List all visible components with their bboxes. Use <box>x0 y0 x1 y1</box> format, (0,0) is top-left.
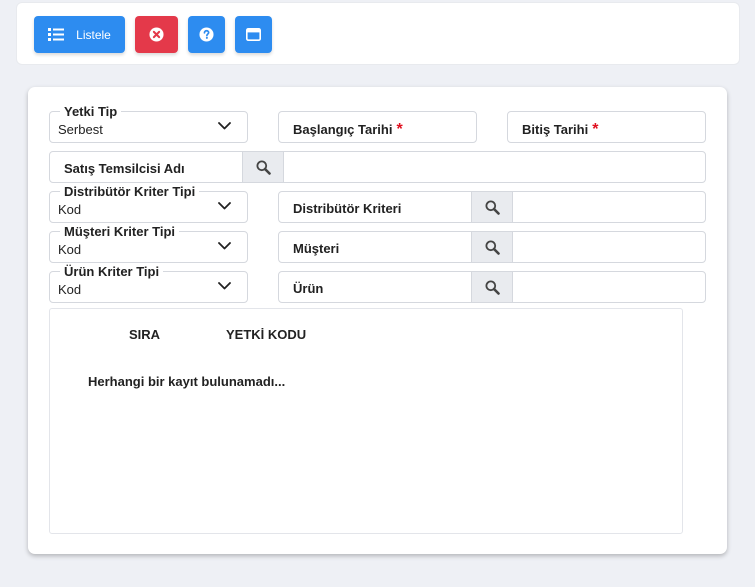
musteri-kriter-tipi-label: Müşteri Kriter Tipi <box>60 225 180 239</box>
distributor-kriter-tipi-select[interactable]: Distribütör Kriter Tipi Kod <box>49 185 248 223</box>
urun-field[interactable]: Ürün <box>278 271 706 303</box>
list-button[interactable]: Listele <box>34 16 125 53</box>
search-icon <box>485 200 500 215</box>
bitis-tarihi-label: Bitiş Tarihi <box>522 122 589 137</box>
distributor-kriteri-field[interactable]: Distribütör Kriteri <box>278 191 706 223</box>
distributor-kriteri-label: Distribütör Kriteri <box>293 201 402 216</box>
window-icon <box>246 28 261 41</box>
urun-search-button[interactable] <box>471 272 513 302</box>
list-button-label: Listele <box>76 27 111 42</box>
chevron-down-icon <box>218 282 231 290</box>
close-circle-icon <box>149 27 164 42</box>
satis-temsilcisi-label: Satış Temsilcisi Adı <box>64 161 185 176</box>
distributor-kriteri-search-button[interactable] <box>471 192 513 222</box>
musteri-field[interactable]: Müşteri <box>278 231 706 263</box>
clear-button[interactable] <box>135 16 178 53</box>
chevron-down-icon <box>218 242 231 250</box>
baslangic-tarihi-field[interactable]: Başlangıç Tarihi * <box>278 111 477 143</box>
musteri-label: Müşteri <box>293 241 340 256</box>
yetki-tip-value: Serbest <box>58 122 103 137</box>
baslangic-tarihi-label: Başlangıç Tarihi <box>293 122 393 137</box>
column-header-sira[interactable]: SIRA <box>129 327 160 342</box>
search-icon <box>485 280 500 295</box>
results-grid: SIRA YETKİ KODU Herhangi bir kayıt bulun… <box>49 308 683 534</box>
search-icon <box>485 240 500 255</box>
urun-kriter-tipi-value: Kod <box>58 282 82 297</box>
musteri-search-button[interactable] <box>471 232 513 262</box>
toolbar: Listele <box>16 2 740 65</box>
required-mark: * <box>592 121 599 138</box>
distributor-kriter-tipi-value: Kod <box>58 202 82 217</box>
help-button[interactable] <box>188 16 225 53</box>
distributor-kriter-tipi-label: Distribütör Kriter Tipi <box>60 185 200 199</box>
bitis-tarihi-field[interactable]: Bitiş Tarihi * <box>507 111 706 143</box>
urun-kriter-tipi-label: Ürün Kriter Tipi <box>60 265 164 279</box>
chevron-down-icon <box>218 122 231 130</box>
chevron-down-icon <box>218 202 231 210</box>
bitis-tarihi-label-wrap: Bitiş Tarihi * <box>522 121 598 139</box>
empty-message: Herhangi bir kayıt bulunamadı... <box>88 374 286 389</box>
satis-temsilcisi-field[interactable]: Satış Temsilcisi Adı <box>49 151 706 183</box>
search-icon <box>256 160 271 175</box>
musteri-kriter-tipi-select[interactable]: Müşteri Kriter Tipi Kod <box>49 225 248 263</box>
filter-form: Yetki Tip Serbest Başlangıç Tarihi * Biti… <box>28 87 727 554</box>
required-mark: * <box>396 121 403 138</box>
baslangic-tarihi-label-wrap: Başlangıç Tarihi * <box>293 121 403 139</box>
window-button[interactable] <box>235 16 272 53</box>
musteri-kriter-tipi-value: Kod <box>58 242 82 257</box>
question-circle-icon <box>199 27 214 42</box>
yetki-tip-label: Yetki Tip <box>60 105 122 119</box>
list-icon <box>48 28 65 41</box>
urun-label: Ürün <box>293 281 324 296</box>
satis-temsilcisi-search-button[interactable] <box>242 152 284 182</box>
column-header-yetki-kodu[interactable]: YETKİ KODU <box>226 327 306 342</box>
yetki-tip-select[interactable]: Yetki Tip Serbest <box>49 105 248 143</box>
urun-kriter-tipi-select[interactable]: Ürün Kriter Tipi Kod <box>49 265 248 303</box>
